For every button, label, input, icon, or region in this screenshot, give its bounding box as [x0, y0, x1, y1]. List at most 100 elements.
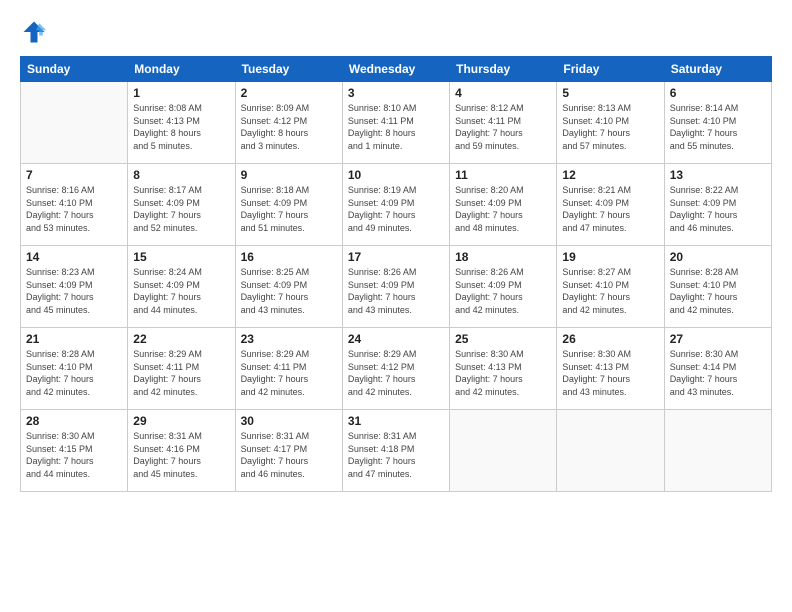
day-number: 23: [241, 332, 337, 346]
day-info: Sunrise: 8:30 AM Sunset: 4:14 PM Dayligh…: [670, 348, 766, 398]
calendar-week-row-1: 7 Sunrise: 8:16 AM Sunset: 4:10 PM Daylig…: [21, 164, 772, 246]
day-number: 16: [241, 250, 337, 264]
day-number: 2: [241, 86, 337, 100]
calendar-header-wednesday: Wednesday: [342, 57, 449, 82]
calendar-week-row-2: 14Sunrise: 8:23 AM Sunset: 4:09 PM Dayli…: [21, 246, 772, 328]
day-info: Sunrise: 8:22 AM Sunset: 4:09 PM Dayligh…: [670, 184, 766, 234]
day-info: Sunrise: 8:31 AM Sunset: 4:17 PM Dayligh…: [241, 430, 337, 480]
calendar-header-thursday: Thursday: [450, 57, 557, 82]
day-number: 9: [241, 168, 337, 182]
calendar-cell: 24Sunrise: 8:29 AM Sunset: 4:12 PM Dayli…: [342, 328, 449, 410]
day-info: Sunrise: 8:31 AM Sunset: 4:16 PM Dayligh…: [133, 430, 229, 480]
day-info: Sunrise: 8:29 AM Sunset: 4:11 PM Dayligh…: [241, 348, 337, 398]
day-info: Sunrise: 8:12 AM Sunset: 4:11 PM Dayligh…: [455, 102, 551, 152]
day-info: Sunrise: 8:18 AM Sunset: 4:09 PM Dayligh…: [241, 184, 337, 234]
calendar-week-row-3: 21Sunrise: 8:28 AM Sunset: 4:10 PM Dayli…: [21, 328, 772, 410]
day-info: Sunrise: 8:17 AM Sunset: 4:09 PM Dayligh…: [133, 184, 229, 234]
day-number: 29: [133, 414, 229, 428]
day-info: Sunrise: 8:09 AM Sunset: 4:12 PM Dayligh…: [241, 102, 337, 152]
calendar-cell: 9 Sunrise: 8:18 AM Sunset: 4:09 PM Daylig…: [235, 164, 342, 246]
calendar-cell: 3 Sunrise: 8:10 AM Sunset: 4:11 PM Daylig…: [342, 82, 449, 164]
day-number: 4: [455, 86, 551, 100]
day-number: 18: [455, 250, 551, 264]
day-number: 8: [133, 168, 229, 182]
day-info: Sunrise: 8:28 AM Sunset: 4:10 PM Dayligh…: [670, 266, 766, 316]
calendar-cell: 13 Sunrise: 8:22 AM Sunset: 4:09 PM Dayli…: [664, 164, 771, 246]
day-number: 22: [133, 332, 229, 346]
calendar-header-monday: Monday: [128, 57, 235, 82]
calendar-cell: 28 Sunrise: 8:30 AM Sunset: 4:15 PM Dayli…: [21, 410, 128, 492]
calendar-cell: 2 Sunrise: 8:09 AM Sunset: 4:12 PM Daylig…: [235, 82, 342, 164]
calendar-cell: 6 Sunrise: 8:14 AM Sunset: 4:10 PM Daylig…: [664, 82, 771, 164]
calendar-cell: 7 Sunrise: 8:16 AM Sunset: 4:10 PM Daylig…: [21, 164, 128, 246]
calendar-cell: 19 Sunrise: 8:27 AM Sunset: 4:10 PM Dayli…: [557, 246, 664, 328]
calendar-week-row-4: 28 Sunrise: 8:30 AM Sunset: 4:15 PM Dayli…: [21, 410, 772, 492]
day-number: 7: [26, 168, 122, 182]
day-info: Sunrise: 8:13 AM Sunset: 4:10 PM Dayligh…: [562, 102, 658, 152]
day-info: Sunrise: 8:08 AM Sunset: 4:13 PM Dayligh…: [133, 102, 229, 152]
calendar-cell: [664, 410, 771, 492]
day-info: Sunrise: 8:21 AM Sunset: 4:09 PM Dayligh…: [562, 184, 658, 234]
day-info: Sunrise: 8:28 AM Sunset: 4:10 PM Dayligh…: [26, 348, 122, 398]
calendar-cell: 16 Sunrise: 8:25 AM Sunset: 4:09 PM Dayli…: [235, 246, 342, 328]
calendar-cell: 26 Sunrise: 8:30 AM Sunset: 4:13 PM Dayli…: [557, 328, 664, 410]
day-number: 11: [455, 168, 551, 182]
calendar-cell: 22 Sunrise: 8:29 AM Sunset: 4:11 PM Dayli…: [128, 328, 235, 410]
calendar-cell: 17 Sunrise: 8:26 AM Sunset: 4:09 PM Dayli…: [342, 246, 449, 328]
day-info: Sunrise: 8:26 AM Sunset: 4:09 PM Dayligh…: [348, 266, 444, 316]
calendar-header-tuesday: Tuesday: [235, 57, 342, 82]
day-info: Sunrise: 8:30 AM Sunset: 4:13 PM Dayligh…: [562, 348, 658, 398]
day-info: Sunrise: 8:14 AM Sunset: 4:10 PM Dayligh…: [670, 102, 766, 152]
calendar-table: SundayMondayTuesdayWednesdayThursdayFrid…: [20, 56, 772, 492]
day-number: 5: [562, 86, 658, 100]
calendar-cell: 5 Sunrise: 8:13 AM Sunset: 4:10 PM Daylig…: [557, 82, 664, 164]
day-number: 25: [455, 332, 551, 346]
day-number: 30: [241, 414, 337, 428]
day-number: 13: [670, 168, 766, 182]
calendar-cell: 11 Sunrise: 8:20 AM Sunset: 4:09 PM Dayli…: [450, 164, 557, 246]
page-header: [20, 18, 772, 46]
calendar-cell: 15 Sunrise: 8:24 AM Sunset: 4:09 PM Dayli…: [128, 246, 235, 328]
day-number: 17: [348, 250, 444, 264]
day-info: Sunrise: 8:30 AM Sunset: 4:13 PM Dayligh…: [455, 348, 551, 398]
calendar-cell: 18 Sunrise: 8:26 AM Sunset: 4:09 PM Dayli…: [450, 246, 557, 328]
logo-icon: [20, 18, 48, 46]
day-info: Sunrise: 8:16 AM Sunset: 4:10 PM Dayligh…: [26, 184, 122, 234]
calendar-cell: 27 Sunrise: 8:30 AM Sunset: 4:14 PM Dayli…: [664, 328, 771, 410]
day-number: 27: [670, 332, 766, 346]
calendar-header-sunday: Sunday: [21, 57, 128, 82]
day-number: 15: [133, 250, 229, 264]
day-number: 28: [26, 414, 122, 428]
day-info: Sunrise: 8:10 AM Sunset: 4:11 PM Dayligh…: [348, 102, 444, 152]
day-number: 1: [133, 86, 229, 100]
calendar-cell: 25 Sunrise: 8:30 AM Sunset: 4:13 PM Dayli…: [450, 328, 557, 410]
calendar-cell: 21Sunrise: 8:28 AM Sunset: 4:10 PM Dayli…: [21, 328, 128, 410]
calendar-cell: [21, 82, 128, 164]
day-number: 14: [26, 250, 122, 264]
day-number: 12: [562, 168, 658, 182]
calendar-cell: 10 Sunrise: 8:19 AM Sunset: 4:09 PM Dayli…: [342, 164, 449, 246]
calendar-cell: 31Sunrise: 8:31 AM Sunset: 4:18 PM Dayli…: [342, 410, 449, 492]
day-info: Sunrise: 8:30 AM Sunset: 4:15 PM Dayligh…: [26, 430, 122, 480]
calendar-header-row: SundayMondayTuesdayWednesdayThursdayFrid…: [21, 57, 772, 82]
calendar-week-row-0: 1 Sunrise: 8:08 AM Sunset: 4:13 PM Daylig…: [21, 82, 772, 164]
day-info: Sunrise: 8:27 AM Sunset: 4:10 PM Dayligh…: [562, 266, 658, 316]
day-info: Sunrise: 8:25 AM Sunset: 4:09 PM Dayligh…: [241, 266, 337, 316]
day-info: Sunrise: 8:26 AM Sunset: 4:09 PM Dayligh…: [455, 266, 551, 316]
day-number: 19: [562, 250, 658, 264]
calendar-header-friday: Friday: [557, 57, 664, 82]
day-info: Sunrise: 8:24 AM Sunset: 4:09 PM Dayligh…: [133, 266, 229, 316]
calendar-cell: 4 Sunrise: 8:12 AM Sunset: 4:11 PM Daylig…: [450, 82, 557, 164]
day-info: Sunrise: 8:29 AM Sunset: 4:11 PM Dayligh…: [133, 348, 229, 398]
day-number: 3: [348, 86, 444, 100]
day-info: Sunrise: 8:29 AM Sunset: 4:12 PM Dayligh…: [348, 348, 444, 398]
day-info: Sunrise: 8:20 AM Sunset: 4:09 PM Dayligh…: [455, 184, 551, 234]
day-number: 31: [348, 414, 444, 428]
calendar-header-saturday: Saturday: [664, 57, 771, 82]
day-number: 6: [670, 86, 766, 100]
day-number: 10: [348, 168, 444, 182]
logo: [20, 18, 52, 46]
day-number: 26: [562, 332, 658, 346]
day-info: Sunrise: 8:19 AM Sunset: 4:09 PM Dayligh…: [348, 184, 444, 234]
calendar-cell: 29 Sunrise: 8:31 AM Sunset: 4:16 PM Dayli…: [128, 410, 235, 492]
